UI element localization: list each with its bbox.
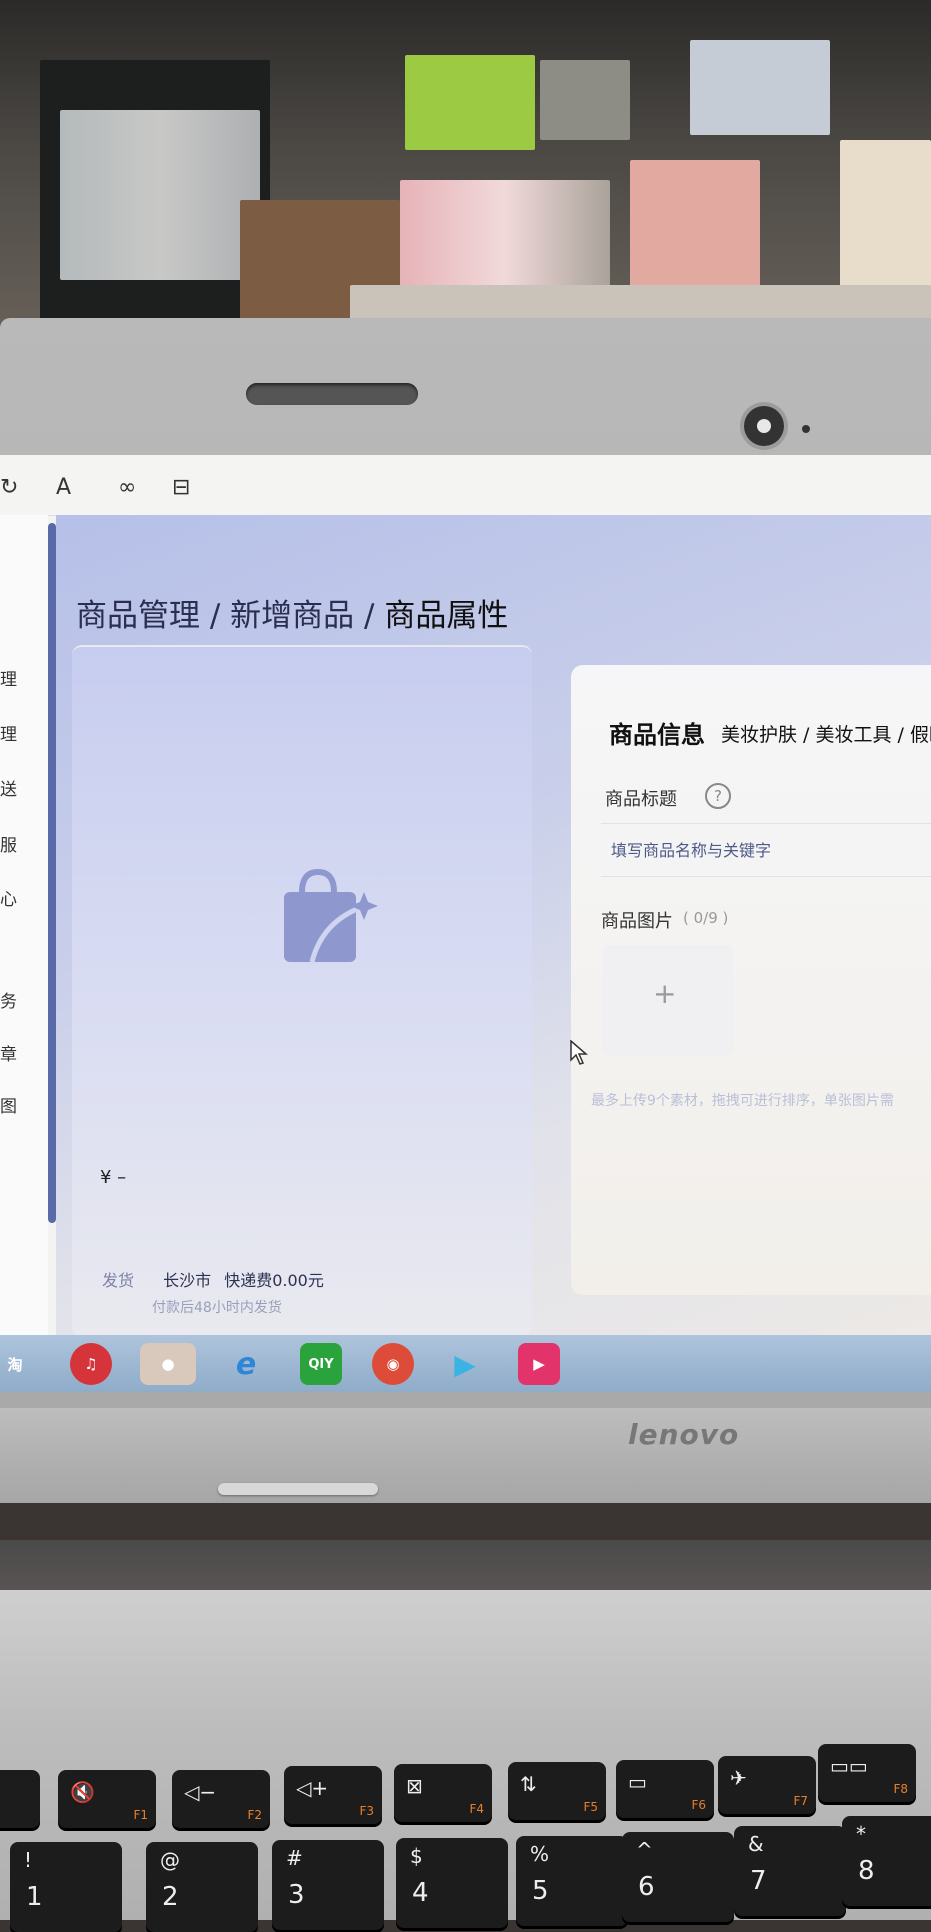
breadcrumb: 商品管理 / 新增商品 / 商品属性 [76, 590, 508, 635]
netease-music-icon[interactable]: ♫ [70, 1343, 112, 1385]
category-path[interactable]: 美妆护肤 / 美妆工具 / 假睫 [721, 720, 931, 747]
editor-toolbar: ↻ A ∞ ⊟ [0, 455, 931, 516]
redo-icon[interactable]: ↻ [0, 475, 18, 500]
key-5[interactable]: % 5 [516, 1836, 628, 1926]
key-f2[interactable]: ◁− F2 [172, 1770, 270, 1828]
key-7[interactable]: & 7 [734, 1826, 846, 1916]
sidebar-item[interactable]: 服 [0, 831, 17, 856]
link-icon[interactable]: ∞ [118, 475, 136, 500]
chrome-icon[interactable]: ◉ [372, 1343, 414, 1385]
ship-label: 发货 [102, 1271, 135, 1290]
lid-slot [246, 383, 418, 405]
ship-fee: 快递费0.00元 [224, 1271, 324, 1290]
key-f1[interactable]: 🔇 F1 [58, 1770, 156, 1828]
webcam-lens [757, 419, 771, 433]
laptop-screen: ↻ A ∞ ⊟ 理 理 送 服 心 务 章 图 商品管理 / 新增商品 / 商品… [0, 455, 931, 1392]
sidebar-item[interactable]: 理 [0, 720, 17, 745]
key-3[interactable]: #3 [272, 1840, 384, 1930]
title-field-label: 商品标题 [605, 789, 677, 810]
ship-city: 长沙市 [163, 1271, 212, 1290]
key-1[interactable]: ! 1 [10, 1842, 122, 1932]
key-esc[interactable] [0, 1770, 40, 1828]
layout-icon[interactable]: ⊟ [172, 475, 190, 500]
product-title-input[interactable] [601, 823, 931, 877]
wechat-icon[interactable]: ● [140, 1343, 196, 1385]
sidebar-item[interactable]: 心 [0, 885, 17, 910]
breadcrumb-item[interactable]: 商品管理 [76, 598, 200, 634]
sidebar-item[interactable]: 图 [0, 1092, 17, 1117]
product-preview-card: ¥ – 发货 长沙市 快递费0.00元 付款后48小时内发货 [72, 645, 532, 1337]
image-field-label: 商品图片 [601, 911, 673, 932]
price-text: ¥ – [100, 1167, 127, 1188]
key-8[interactable]: * 8 [842, 1816, 931, 1906]
sidebar-item[interactable]: 务 [0, 987, 17, 1012]
upload-hint: 最多上传9个素材，拖拽可进行排序，单张图片需 [591, 1093, 894, 1109]
taobao-icon[interactable]: 淘 [0, 1343, 30, 1385]
key-f6[interactable]: ▭ F6 [616, 1760, 714, 1818]
hinge-slot [218, 1483, 378, 1495]
sidebar-item[interactable]: 章 [0, 1040, 17, 1065]
breadcrumb-current: 商品属性 [384, 598, 509, 634]
shipping-row: 发货 长沙市 快递费0.00元 [102, 1267, 324, 1291]
key-4[interactable]: $4 [396, 1838, 508, 1928]
help-icon[interactable]: ? [705, 783, 731, 809]
key-f8[interactable]: ▭▭ F8 [818, 1744, 916, 1802]
breadcrumb-separator: / [209, 598, 221, 634]
key-f7[interactable]: ✈ F7 [718, 1756, 816, 1814]
youku-icon[interactable]: ▶ [518, 1343, 560, 1385]
mouse-cursor-icon [570, 1040, 588, 1065]
breadcrumb-item[interactable]: 新增商品 [230, 598, 354, 634]
laptop-bezel-bottom [0, 1408, 931, 1503]
product-info-panel: 商品信息 美妆护肤 / 美妆工具 / 假睫 商品标题 ? 商品图片 ( 0/9 … [571, 665, 931, 1295]
shopping-bag-icon [284, 868, 378, 963]
webcam-led [802, 425, 810, 433]
key-2[interactable]: @2 [146, 1842, 258, 1932]
text-icon[interactable]: A [56, 475, 71, 500]
sidebar: 理 理 送 服 心 务 章 图 [0, 515, 48, 1335]
sidebar-item[interactable]: 送 [0, 775, 17, 800]
key-f5[interactable]: ⇅ F5 [508, 1762, 606, 1820]
ie-icon[interactable]: e [225, 1343, 267, 1385]
media-player-icon[interactable]: ▶ [444, 1343, 486, 1385]
iqiyi-icon[interactable]: QIY [300, 1343, 342, 1385]
taskbar: 淘 ♫ ● e QIY ◉ ▶ ▶ [0, 1335, 931, 1392]
key-6[interactable]: ^ 6 [622, 1832, 734, 1922]
plus-icon[interactable]: + [653, 977, 676, 1010]
key-f3[interactable]: ◁+ F3 [284, 1766, 382, 1824]
key-f4[interactable]: ⊠ F4 [394, 1764, 492, 1822]
ship-note: 付款后48小时内发货 [152, 1300, 282, 1316]
section-title: 商品信息 [609, 721, 705, 749]
background-shop-scene [0, 0, 931, 360]
image-count: ( 0/9 ) [683, 909, 729, 927]
main-content: 商品管理 / 新增商品 / 商品属性 ¥ – 发货 长沙市 快递费0.00元 付… [56, 515, 931, 1337]
sidebar-item[interactable]: 理 [0, 665, 17, 690]
brand-logo: lenovo [628, 1418, 740, 1451]
breadcrumb-separator: / [364, 598, 375, 634]
sidebar-scrollbar[interactable] [48, 523, 56, 1223]
